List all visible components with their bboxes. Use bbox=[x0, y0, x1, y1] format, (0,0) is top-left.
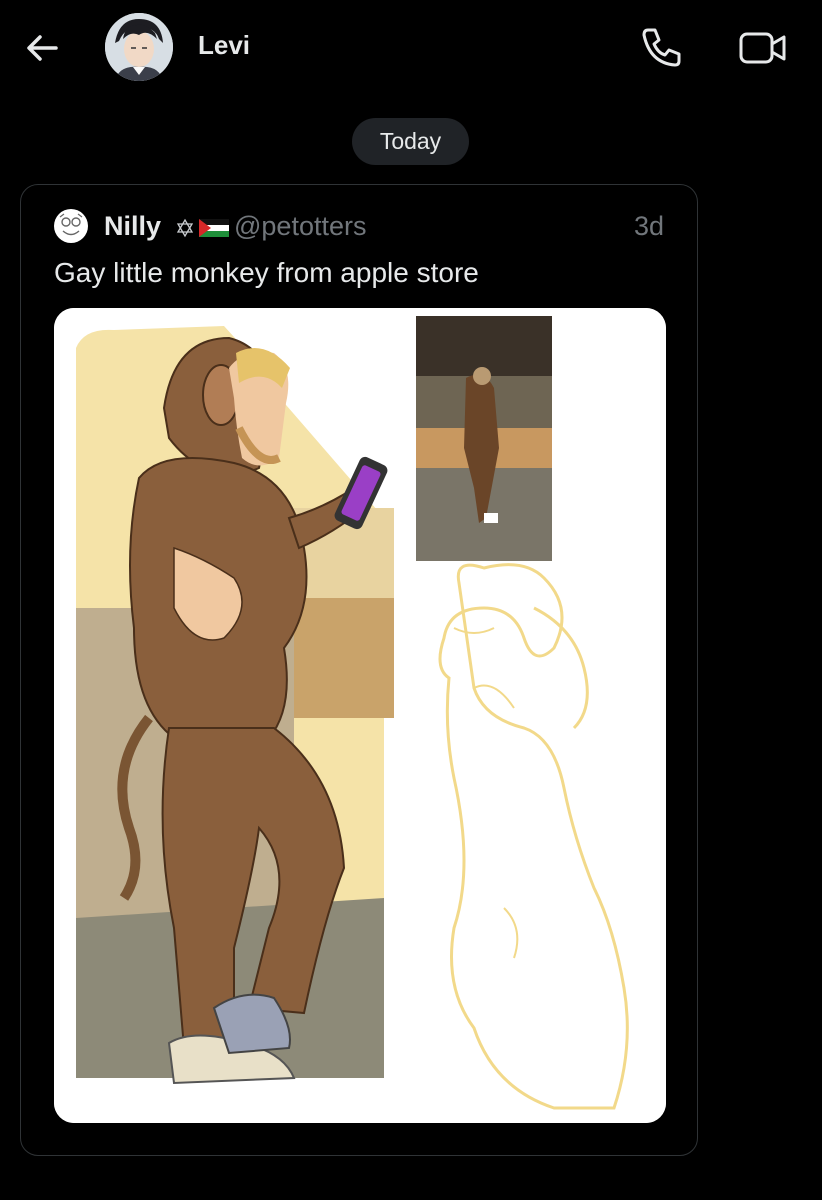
star-of-david-icon bbox=[176, 218, 194, 238]
post-text: Gay little monkey from apple store bbox=[54, 257, 479, 288]
arrow-left-icon[interactable] bbox=[22, 28, 62, 68]
author-name[interactable]: Nilly bbox=[104, 211, 161, 242]
monkey-costume-illustration bbox=[54, 308, 666, 1123]
date-separator: Today bbox=[352, 118, 469, 165]
contact-avatar[interactable] bbox=[105, 13, 173, 81]
post-media-image[interactable] bbox=[54, 308, 666, 1123]
video-camera-icon[interactable] bbox=[738, 28, 788, 68]
doodle-avatar-icon bbox=[55, 210, 87, 242]
phone-icon[interactable] bbox=[638, 24, 684, 70]
conversation-header: Levi bbox=[0, 0, 822, 100]
shared-post-card[interactable]: Nilly @petotters 3d Gay little monkey fr… bbox=[20, 184, 698, 1156]
contact-name[interactable]: Levi bbox=[198, 30, 250, 61]
avatar-portrait-icon bbox=[105, 13, 173, 81]
author-emoji bbox=[175, 217, 229, 239]
palestine-flag-icon bbox=[199, 219, 229, 237]
post-timestamp: 3d bbox=[633, 211, 664, 241]
author-avatar[interactable] bbox=[54, 209, 88, 243]
author-handle[interactable]: @petotters bbox=[234, 211, 366, 242]
